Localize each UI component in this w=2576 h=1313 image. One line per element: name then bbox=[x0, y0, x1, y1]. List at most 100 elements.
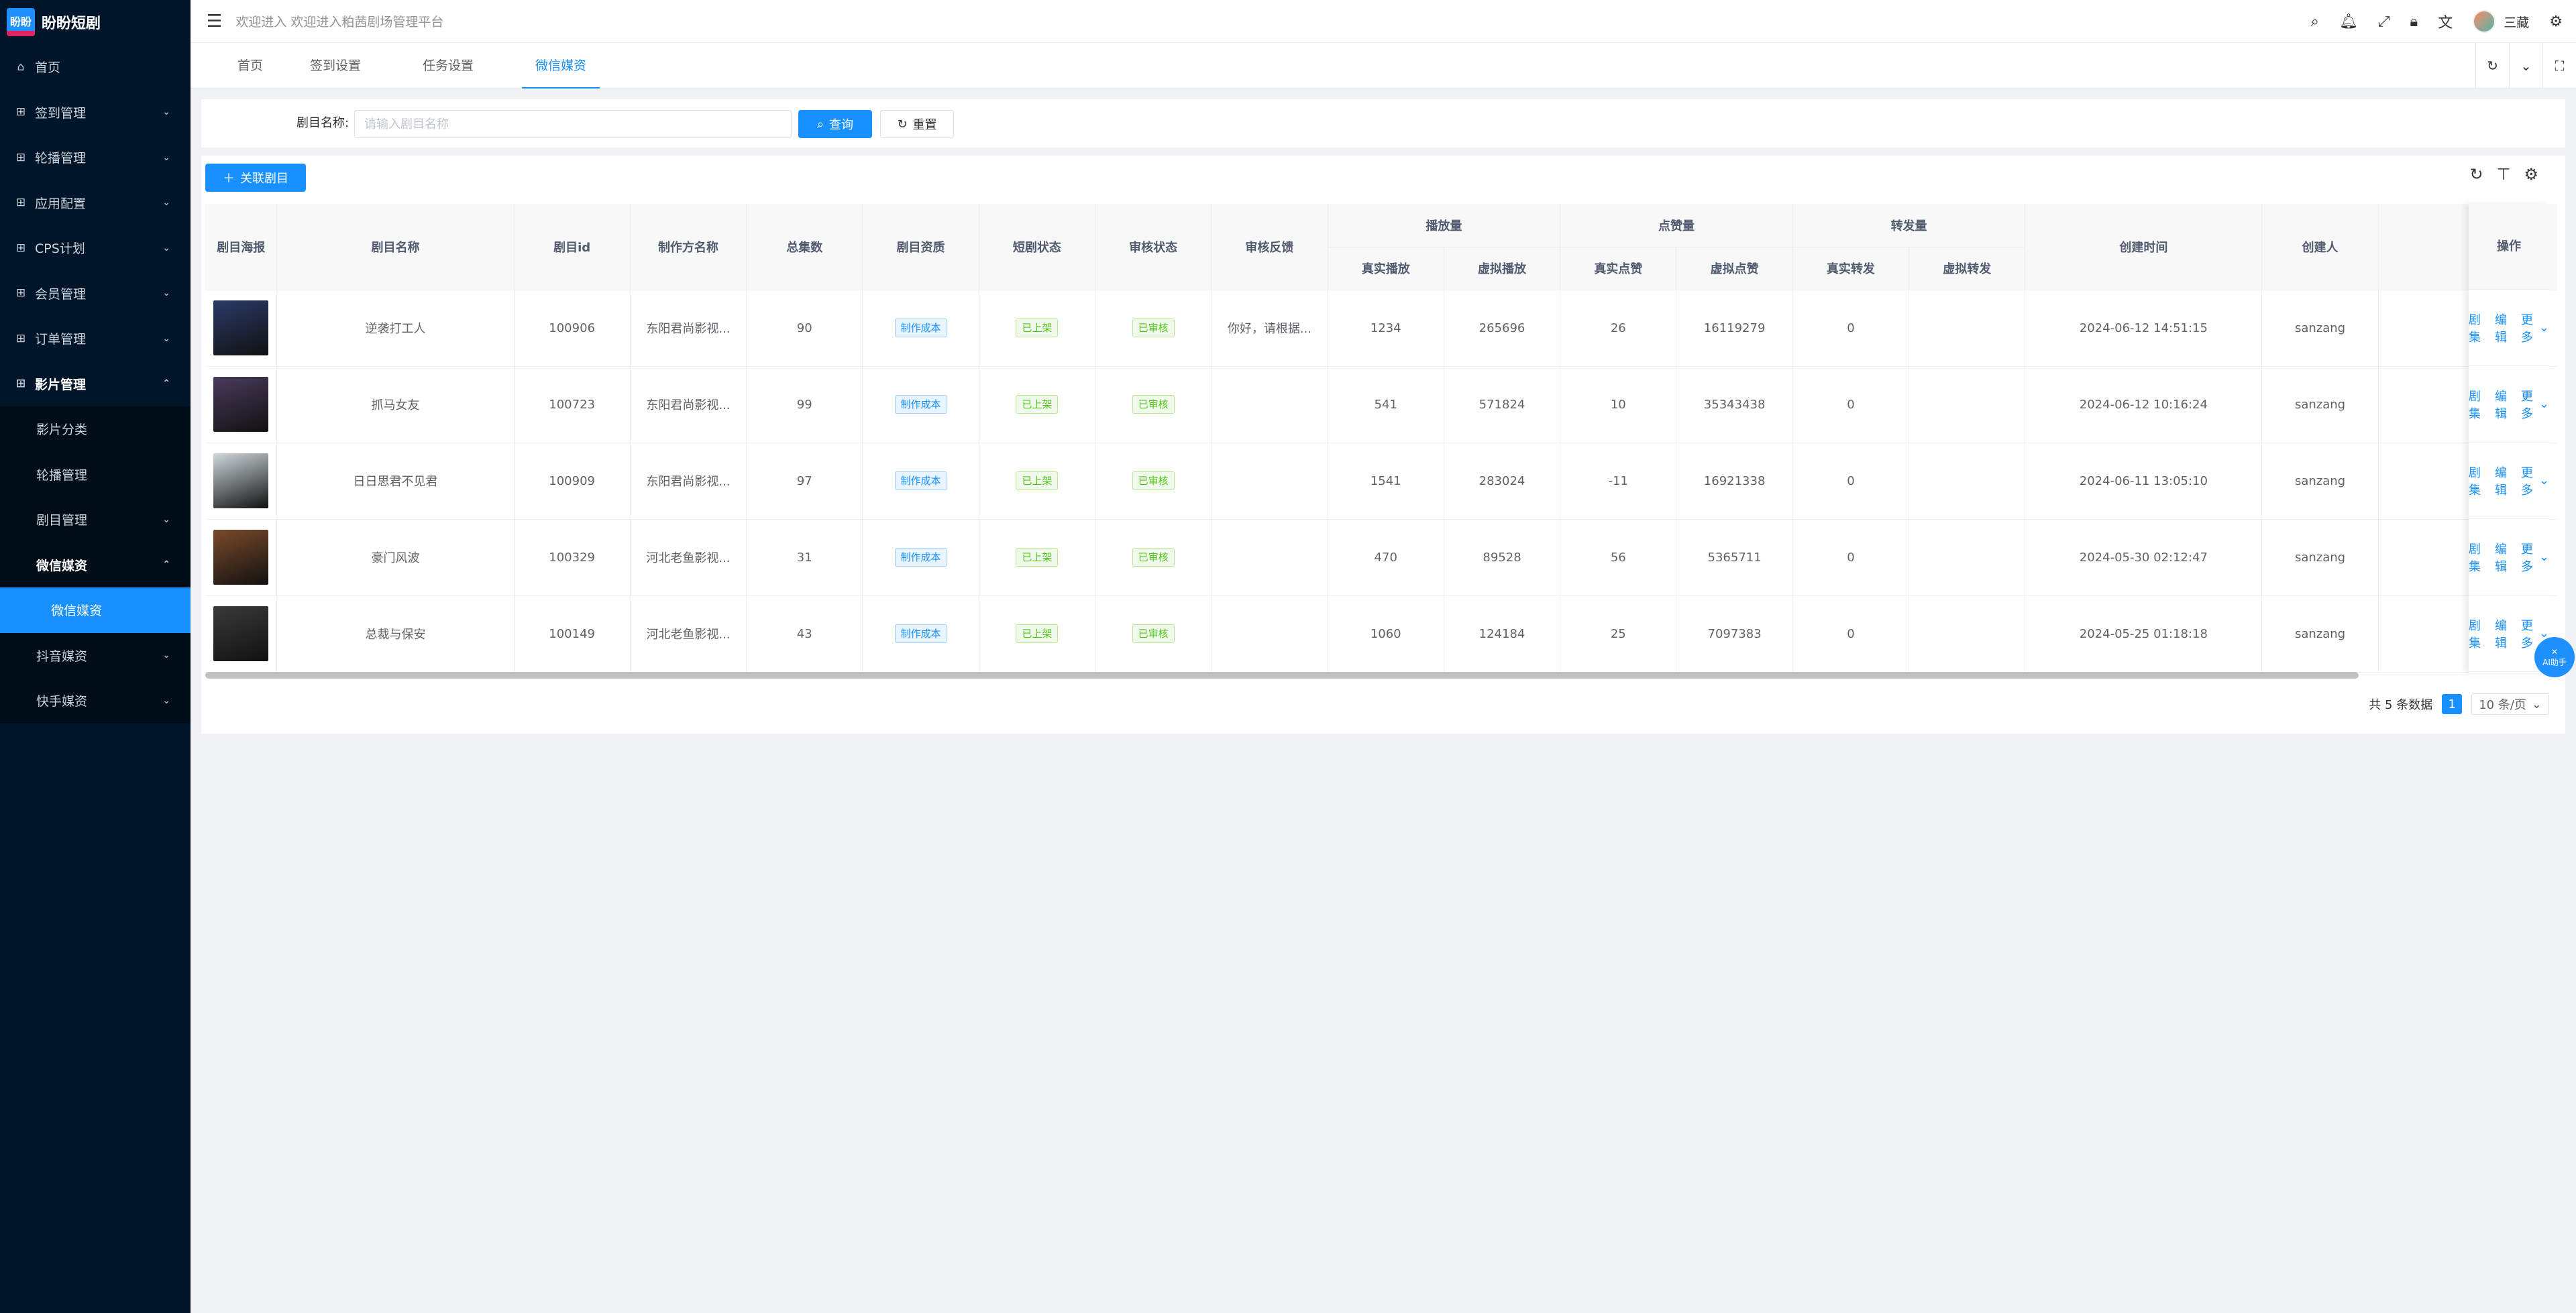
refresh-icon[interactable]: ↻ bbox=[2475, 43, 2509, 89]
avatar[interactable] bbox=[2473, 10, 2496, 33]
sidebar-subitem-wechat-media[interactable]: 微信媒资 ⌃ bbox=[0, 542, 191, 587]
page-number[interactable]: 1 bbox=[2442, 694, 2463, 714]
link-drama-button[interactable]: ＋ 关联剧目 bbox=[205, 164, 306, 192]
more-dropdown[interactable]: 更多 bbox=[2521, 387, 2538, 422]
sidebar-item-home[interactable]: ⌂ 首页 bbox=[0, 44, 191, 90]
sidebar-subitem-carousel[interactable]: 轮播管理 bbox=[0, 451, 191, 497]
grid-icon: ⊞ bbox=[15, 150, 26, 164]
translate-icon[interactable]: 文 bbox=[2438, 11, 2453, 32]
more-dropdown[interactable]: 更多 bbox=[2521, 616, 2538, 651]
sidebar-subitem-film-category[interactable]: 影片分类 bbox=[0, 406, 191, 452]
cell-poster bbox=[205, 290, 278, 367]
episodes-link[interactable]: 剧集 bbox=[2469, 540, 2485, 575]
poster-thumbnail[interactable] bbox=[213, 453, 269, 508]
cell-virtual-plays: 124184 bbox=[1444, 595, 1561, 673]
col-producer: 制作方名称 bbox=[630, 204, 747, 290]
username[interactable]: 三藏 bbox=[2504, 13, 2529, 31]
lock-icon[interactable]: 🔒︎ bbox=[2410, 13, 2418, 30]
poster-thumbnail[interactable] bbox=[213, 300, 269, 355]
query-button[interactable]: ⌕ 查询 bbox=[798, 110, 872, 138]
tab-wechat-media[interactable]: 微信媒资 bbox=[521, 43, 600, 89]
more-dropdown[interactable]: 更多 bbox=[2521, 310, 2538, 345]
edit-link[interactable]: 编辑 bbox=[2495, 463, 2512, 498]
cell-real-plays: 1541 bbox=[1328, 443, 1444, 520]
sidebar-subitem-kuaishou-media[interactable]: 快手媒资 ⌄ bbox=[0, 678, 191, 724]
drama-name-input[interactable] bbox=[354, 110, 792, 138]
ops-row: 剧集 编辑 更多 ⌄ bbox=[2469, 290, 2549, 366]
sidebar-subitem-wechat-media-active[interactable]: 微信媒资 bbox=[0, 587, 191, 633]
quality-tag: 制作成本 bbox=[894, 548, 947, 567]
more-dropdown[interactable]: 更多 bbox=[2521, 463, 2538, 498]
reset-button[interactable]: ↻ 重置 bbox=[880, 110, 954, 138]
poster-thumbnail[interactable] bbox=[213, 377, 269, 432]
quality-tag: 制作成本 bbox=[894, 319, 947, 337]
logo-title: 盼盼短剧 bbox=[42, 15, 101, 32]
cell-review: 已审核 bbox=[1095, 519, 1212, 596]
tab-home[interactable]: 首页 bbox=[237, 43, 263, 89]
cell-id: 100723 bbox=[514, 366, 631, 443]
chevron-down-icon: ⌄ bbox=[2538, 321, 2549, 335]
tab-task-settings[interactable]: 任务设置 bbox=[423, 43, 474, 89]
page-size-select[interactable]: 10 条/页 ⌄ bbox=[2471, 693, 2549, 715]
gear-icon[interactable]: ⚙ bbox=[2549, 13, 2563, 30]
cell-name: 抓马女友 bbox=[276, 366, 515, 443]
cell-real-likes: -11 bbox=[1560, 443, 1677, 520]
sidebar-item-label: 订单管理 bbox=[35, 332, 87, 347]
chevron-down-icon: ⌄ bbox=[162, 650, 170, 661]
edit-link[interactable]: 编辑 bbox=[2495, 616, 2512, 651]
col-real-shares: 真实转发 bbox=[1792, 247, 1910, 290]
cell-producer: 河北老鱼影视... bbox=[630, 595, 747, 673]
edit-link[interactable]: 编辑 bbox=[2495, 387, 2512, 422]
tab-actions: ↻ ⌄ ⛶ bbox=[2475, 43, 2576, 89]
cell-creator: sanzang bbox=[2261, 595, 2379, 673]
edit-link[interactable]: 编辑 bbox=[2495, 540, 2512, 575]
episodes-link[interactable]: 剧集 bbox=[2469, 616, 2485, 651]
sidebar-subitem-douyin-media[interactable]: 抖音媒资 ⌄ bbox=[0, 632, 191, 678]
cell-producer: 东阳君尚影视... bbox=[630, 443, 747, 520]
more-dropdown[interactable]: 更多 bbox=[2521, 540, 2538, 575]
pagination-total: 共 5 条数据 bbox=[2369, 698, 2433, 712]
ai-assistant-button[interactable]: ✕ AI助手 bbox=[2534, 637, 2575, 677]
sidebar-item-app-config[interactable]: ⊞ 应用配置 ⌄ bbox=[0, 180, 191, 226]
poster-thumbnail[interactable] bbox=[213, 530, 269, 585]
cell-created: 2024-05-25 01:18:18 bbox=[2025, 595, 2263, 673]
bell-icon[interactable]: 🔔︎ bbox=[2339, 13, 2358, 30]
gear-icon[interactable]: ⚙ bbox=[2524, 165, 2538, 184]
col-review: 审核状态 bbox=[1095, 204, 1212, 290]
reset-button-label: 重置 bbox=[912, 118, 937, 132]
episodes-link[interactable]: 剧集 bbox=[2469, 387, 2485, 422]
edit-link[interactable]: 编辑 bbox=[2495, 310, 2512, 345]
sidebar-item-checkin[interactable]: ⊞ 签到管理 ⌄ bbox=[0, 90, 191, 135]
poster-thumbnail[interactable] bbox=[213, 606, 269, 661]
chevron-up-icon: ⌃ bbox=[162, 559, 170, 571]
horizontal-scrollbar[interactable] bbox=[205, 672, 2359, 679]
sidebar-item-cps[interactable]: ⊞ CPS计划 ⌄ bbox=[0, 225, 191, 271]
refresh-icon[interactable]: ↻ bbox=[2469, 165, 2483, 184]
sidebar-item-members[interactable]: ⊞ 会员管理 ⌄ bbox=[0, 271, 191, 317]
cell-episodes: 99 bbox=[746, 366, 863, 443]
query-button-label: 查询 bbox=[829, 118, 854, 132]
chevron-down-icon[interactable]: ⌄ bbox=[2509, 43, 2542, 89]
tab-checkin-settings[interactable]: 签到设置 bbox=[310, 43, 361, 89]
chevron-down-icon: ⌄ bbox=[162, 197, 170, 209]
cell-virtual-shares bbox=[1909, 443, 2026, 520]
cell-status: 已上架 bbox=[979, 443, 1095, 520]
episodes-link[interactable]: 剧集 bbox=[2469, 310, 2485, 345]
episodes-link[interactable]: 剧集 bbox=[2469, 463, 2485, 498]
cell-creator: sanzang bbox=[2261, 519, 2379, 596]
search-form: 剧目名称: ⌕ 查询 ↻ 重置 bbox=[201, 99, 2565, 148]
sidebar-item-label: 剧目管理 bbox=[36, 513, 88, 528]
cell-virtual-plays: 265696 bbox=[1444, 290, 1561, 367]
sidebar-item-films[interactable]: ⊞ 影片管理 ⌃ bbox=[0, 361, 191, 407]
sidebar-subitem-drama[interactable]: 剧目管理 ⌄ bbox=[0, 497, 191, 543]
menu-fold-icon[interactable]: ☰ bbox=[207, 11, 222, 32]
col-virtual-shares: 虚拟转发 bbox=[1909, 247, 2026, 290]
maximize-icon[interactable]: ⛶ bbox=[2542, 43, 2576, 89]
search-icon[interactable]: ⌕ bbox=[2311, 13, 2319, 30]
fullscreen-icon[interactable]: ⤢ bbox=[2378, 13, 2390, 30]
cell-status: 已上架 bbox=[979, 290, 1095, 367]
sidebar-item-carousel[interactable]: ⊞ 轮播管理 ⌄ bbox=[0, 135, 191, 180]
column-height-icon[interactable]: ⊤ bbox=[2497, 165, 2511, 184]
refresh-icon: ↻ bbox=[897, 117, 908, 131]
sidebar-item-orders[interactable]: ⊞ 订单管理 ⌄ bbox=[0, 316, 191, 361]
